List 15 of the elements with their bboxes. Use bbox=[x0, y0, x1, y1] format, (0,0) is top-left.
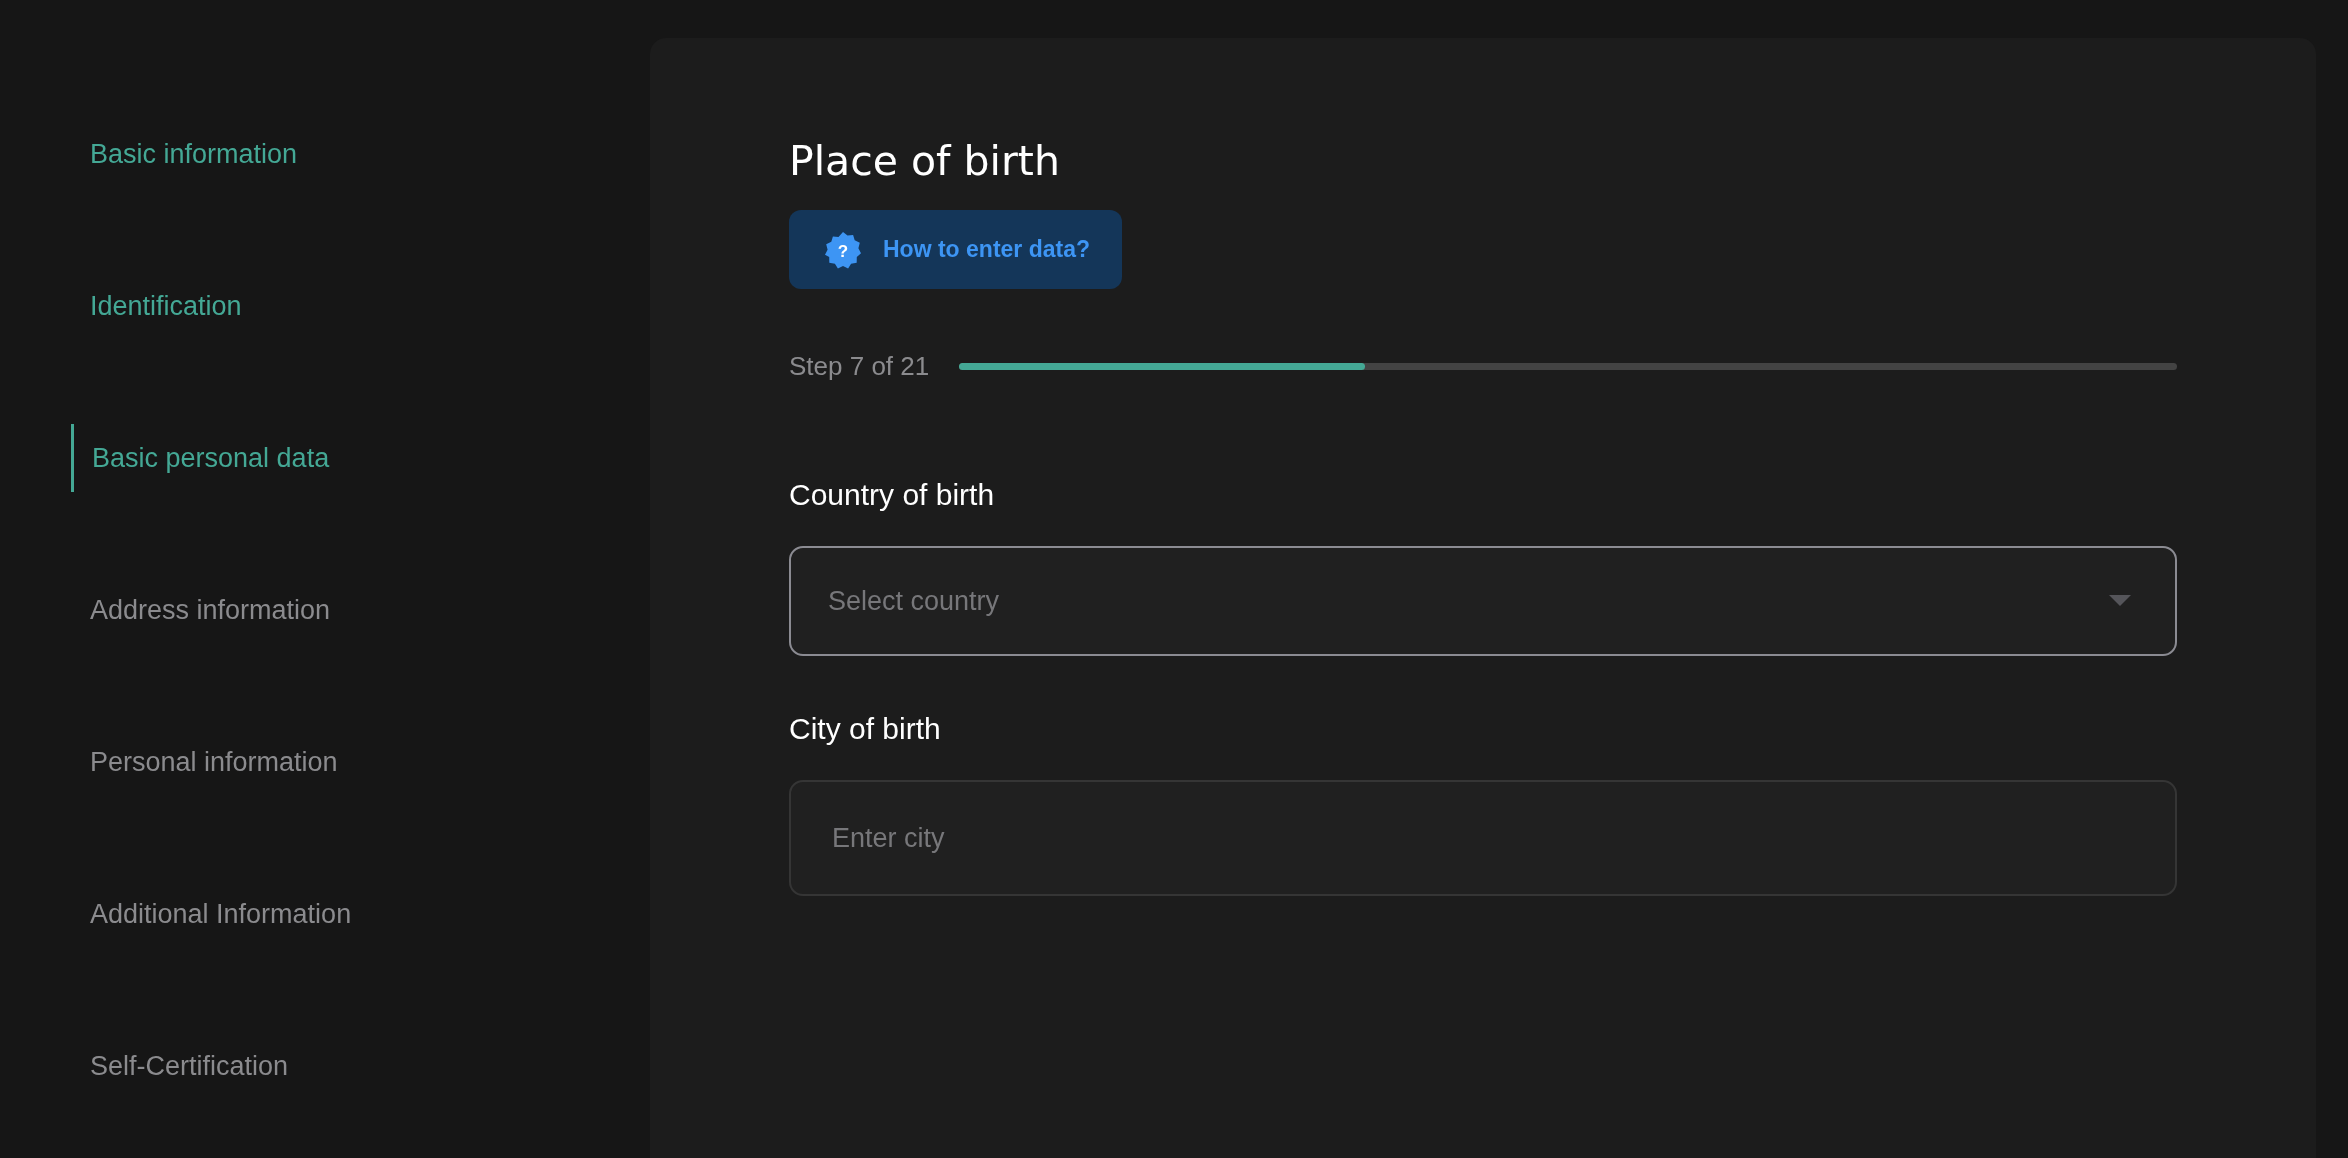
sidebar-item[interactable]: Address information bbox=[71, 576, 650, 644]
help-button[interactable]: ? How to enter data? bbox=[789, 210, 1122, 289]
country-dropdown[interactable]: Select country bbox=[789, 546, 2177, 656]
form-title: Place of birth bbox=[789, 136, 1061, 186]
step-counter: Step 7 of 21 bbox=[789, 351, 930, 382]
sidebar-item[interactable]: Self-Certification bbox=[71, 1032, 650, 1100]
question-badge-icon: ? bbox=[823, 229, 863, 270]
sidebar-item[interactable]: Personal information bbox=[71, 728, 650, 796]
sidebar-item[interactable]: Additional Information bbox=[71, 880, 650, 948]
sidebar-item[interactable]: Basic information bbox=[71, 120, 650, 188]
sidebar-item[interactable]: Identification bbox=[71, 272, 650, 340]
caret-icon bbox=[2109, 595, 2131, 607]
field-label: City of birth bbox=[789, 712, 942, 746]
field-label: Country of birth bbox=[789, 478, 996, 512]
city-input-field[interactable]: Enter city bbox=[789, 780, 2177, 896]
